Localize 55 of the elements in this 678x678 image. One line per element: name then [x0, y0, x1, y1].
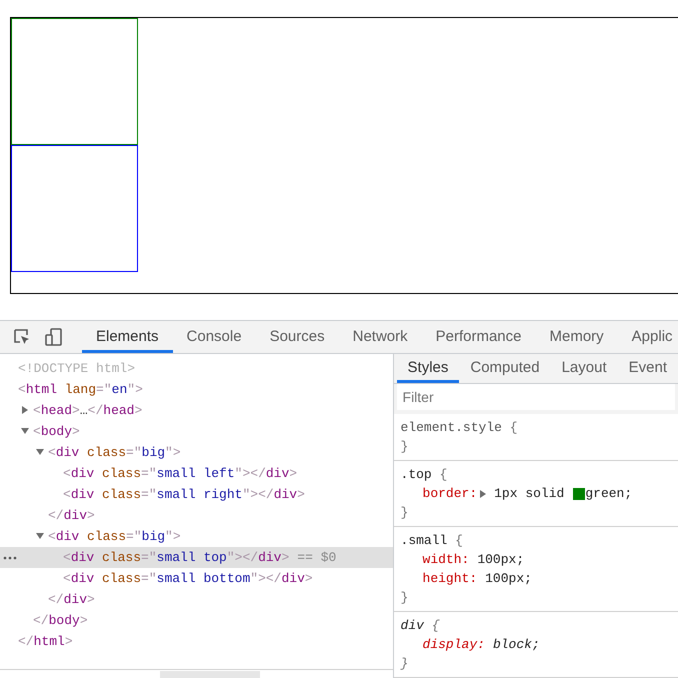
property-name: display: — [422, 636, 485, 654]
tab[interactable]: Memory — [536, 321, 618, 353]
expand-arrow-icon[interactable] — [21, 406, 29, 414]
code-line[interactable]: <div class="big"> — [48, 442, 181, 462]
property-value: green; — [585, 485, 632, 503]
collapse-arrow-icon[interactable] — [36, 532, 44, 540]
brace: } — [400, 505, 408, 520]
property-value: 1px solid — [494, 485, 564, 503]
scrollbar-thumb[interactable] — [160, 671, 260, 678]
more-icon[interactable] — [3, 556, 17, 560]
tab[interactable]: Elements — [82, 321, 173, 353]
node-reference: == $0 — [297, 548, 336, 567]
property-name: width: — [422, 551, 470, 569]
brace: } — [400, 656, 408, 671]
property-name: border: — [422, 485, 478, 503]
property-value: block; — [492, 636, 540, 654]
property-value: 100px; — [477, 551, 524, 569]
code-line[interactable]: <div class="small top"></div> — [63, 548, 290, 568]
tab[interactable]: Event — [618, 354, 678, 383]
tab[interactable]: Computed — [459, 354, 551, 383]
tab[interactable]: Performance — [422, 321, 536, 353]
code-line[interactable]: <div class="small right"></div> — [63, 484, 305, 504]
expand-arrow-icon[interactable] — [480, 490, 486, 498]
device-icon[interactable] — [44, 327, 64, 347]
tab[interactable]: Network — [338, 321, 422, 353]
brace: { — [510, 420, 518, 435]
property-name: height: — [422, 570, 478, 588]
collapse-arrow-icon[interactable] — [36, 448, 44, 456]
code-line[interactable]: <head>…</head> — [33, 400, 142, 420]
brace: } — [400, 590, 408, 605]
code-line[interactable]: <div class="small left"></div> — [63, 464, 298, 484]
code-line[interactable]: </div> — [48, 590, 95, 610]
code-line[interactable]: </html> — [18, 632, 73, 652]
code-line[interactable]: <div class="big"> — [48, 526, 181, 546]
collapse-arrow-icon[interactable] — [21, 427, 29, 435]
code-line[interactable]: </body> — [33, 610, 88, 630]
css-selector: div — [400, 618, 425, 633]
brace: { — [432, 618, 440, 633]
property-value: 100px; — [485, 570, 532, 588]
tab[interactable]: Console — [172, 321, 256, 353]
code-line[interactable]: </div> — [48, 506, 95, 526]
css-selector: element.style — [400, 420, 503, 435]
css-selector: .top — [400, 467, 433, 482]
brace: { — [455, 533, 463, 548]
tab[interactable]: Layout — [550, 354, 618, 383]
brace: { — [440, 467, 448, 482]
tab[interactable]: Sources — [256, 321, 339, 353]
code-line[interactable]: <body> — [33, 422, 80, 442]
code-line[interactable]: <div class="small bottom"></div> — [63, 568, 313, 588]
filter-field[interactable]: Filter — [396, 384, 675, 410]
tab[interactable]: Applic — [618, 321, 678, 353]
brace: } — [400, 439, 408, 454]
code-line[interactable]: <html lang="en"> — [18, 380, 143, 400]
color-swatch[interactable] — [573, 488, 586, 500]
css-selector: .small — [400, 533, 448, 548]
